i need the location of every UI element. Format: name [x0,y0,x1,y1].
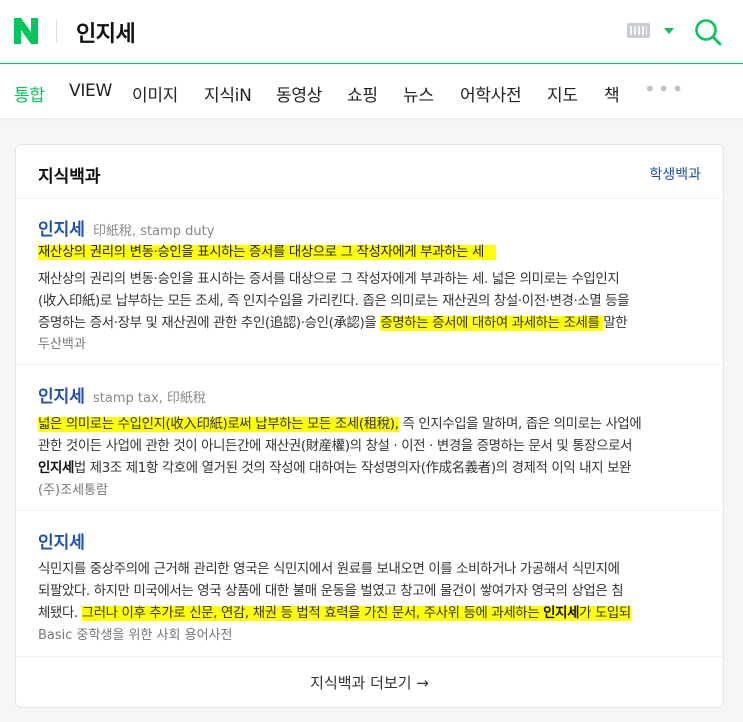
entry-text-line: 체됐다. 그러나 이후 추가로 신문, 연감, 채권 등 법적 효력을 가진 문… [38,606,631,621]
tab-view[interactable]: VIEW [69,81,112,101]
header-divider [56,20,57,42]
search-tabs: 통합 VIEW 이미지 지식iN 동영상 쇼핑 뉴스 어학사전 지도 책 ••• [0,65,743,118]
entry-text-line: (收入印紙)로 납부하는 모든 조세, 즉 인지수입을 가리킨다. 좁은 의미로… [38,294,630,309]
entry-title[interactable]: 인지세 [38,382,85,407]
entry-source[interactable]: (주)조세통람 [38,479,108,498]
more-row: 지식백과 더보기 → [16,657,723,707]
entry-text-line: 식민지를 중상주의에 근거해 관리한 영국은 식민지에서 원료를 보내오면 이를… [38,562,620,577]
tab-all[interactable]: 통합 [14,81,45,106]
more-tabs-icon[interactable]: ••• [644,77,685,101]
card-title: 지식백과 [38,167,101,187]
entry-title[interactable]: 인지세 [38,528,85,553]
highlighted-text: 넓은 의미로는 수입인지(收入印紙)로써 납부하는 모든 조세(租稅), [38,417,399,432]
entry-text-line: 증명하는 증서·장부 및 재산권에 관한 추인(追認)·승인(承認)을 증명하는… [38,316,628,331]
keyboard-icon[interactable] [627,23,650,38]
entry-text-line: 되팔았다. 하지만 미국에서는 영국 상품에 대한 불매 운동을 벌였고 창고에… [38,584,624,599]
tab-map[interactable]: 지도 [547,81,578,106]
entry-text-line: 관한 것이든 사업에 관한 것이 아니든간에 재산권(財産權)의 창설 · 이전… [38,439,633,454]
more-encyclopedia-button[interactable]: 지식백과 더보기 → [310,672,429,693]
tab-images[interactable]: 이미지 [132,81,178,106]
encyclopedia-entry: 인지세 印紙稅, stamp duty 재산상의 권리의 변동·승인을 표시하는… [16,199,723,365]
tab-news[interactable]: 뉴스 [403,81,434,106]
tab-shopping[interactable]: 쇼핑 [347,81,378,106]
naver-logo[interactable] [13,17,39,45]
highlighted-text: 증명하는 증서에 대하여 과세하는 조세를 [380,316,604,331]
entry-subtitle: 印紙稅, stamp duty [93,224,215,239]
tab-book[interactable]: 책 [604,81,620,106]
entry-text-line: 재산상의 권리의 변동·승인을 표시하는 증서를 대상으로 그 작성자에게 부과… [38,272,620,287]
highlighted-summary[interactable]: 재산상의 권리의 변동·승인을 표시하는 증서를 대상으로 그 작성자에게 부과… [38,245,484,260]
entry-title[interactable]: 인지세 [38,215,85,240]
chevron-down-icon[interactable] [664,28,674,34]
entry-source[interactable]: Basic 중학생을 위한 사회 용어사전 [38,624,232,643]
encyclopedia-card: 지식백과 학생백과 인지세 印紙稅, stamp duty 재산상의 권리의 변… [15,144,724,708]
tab-kin[interactable]: 지식iN [204,81,252,106]
encyclopedia-entry: 인지세 stamp tax, 印紙稅 넓은 의미로는 수입인지(收入印紙)로써 … [16,365,723,511]
search-query[interactable]: 인지세 [76,16,136,48]
entry-source[interactable]: 두산백과 [38,333,86,352]
highlighted-text: 그러나 이후 추가로 신문, 연감, 채권 등 법적 효력을 가진 문서, 주사… [81,606,631,621]
tab-dictionary[interactable]: 어학사전 [460,81,522,106]
card-header: 지식백과 학생백과 [16,145,723,199]
entry-text-line: 인지세법 제3조 제1항 각호에 열거된 것의 작성에 대하여는 작성명의자(作… [38,461,632,476]
entry-subtitle: stamp tax, 印紙稅 [93,391,206,406]
student-encyclopedia-link[interactable]: 학생백과 [649,164,701,184]
entry-text-line: 넓은 의미로는 수입인지(收入印紙)로써 납부하는 모든 조세(租稅), 즉 인… [38,417,642,432]
search-icon[interactable] [693,17,723,47]
encyclopedia-entry: 인지세 식민지를 중상주의에 근거해 관리한 영국은 식민지에서 원료를 보내오… [16,511,723,657]
top-bar: 인지세 [0,0,743,64]
tab-video[interactable]: 동영상 [276,81,322,106]
